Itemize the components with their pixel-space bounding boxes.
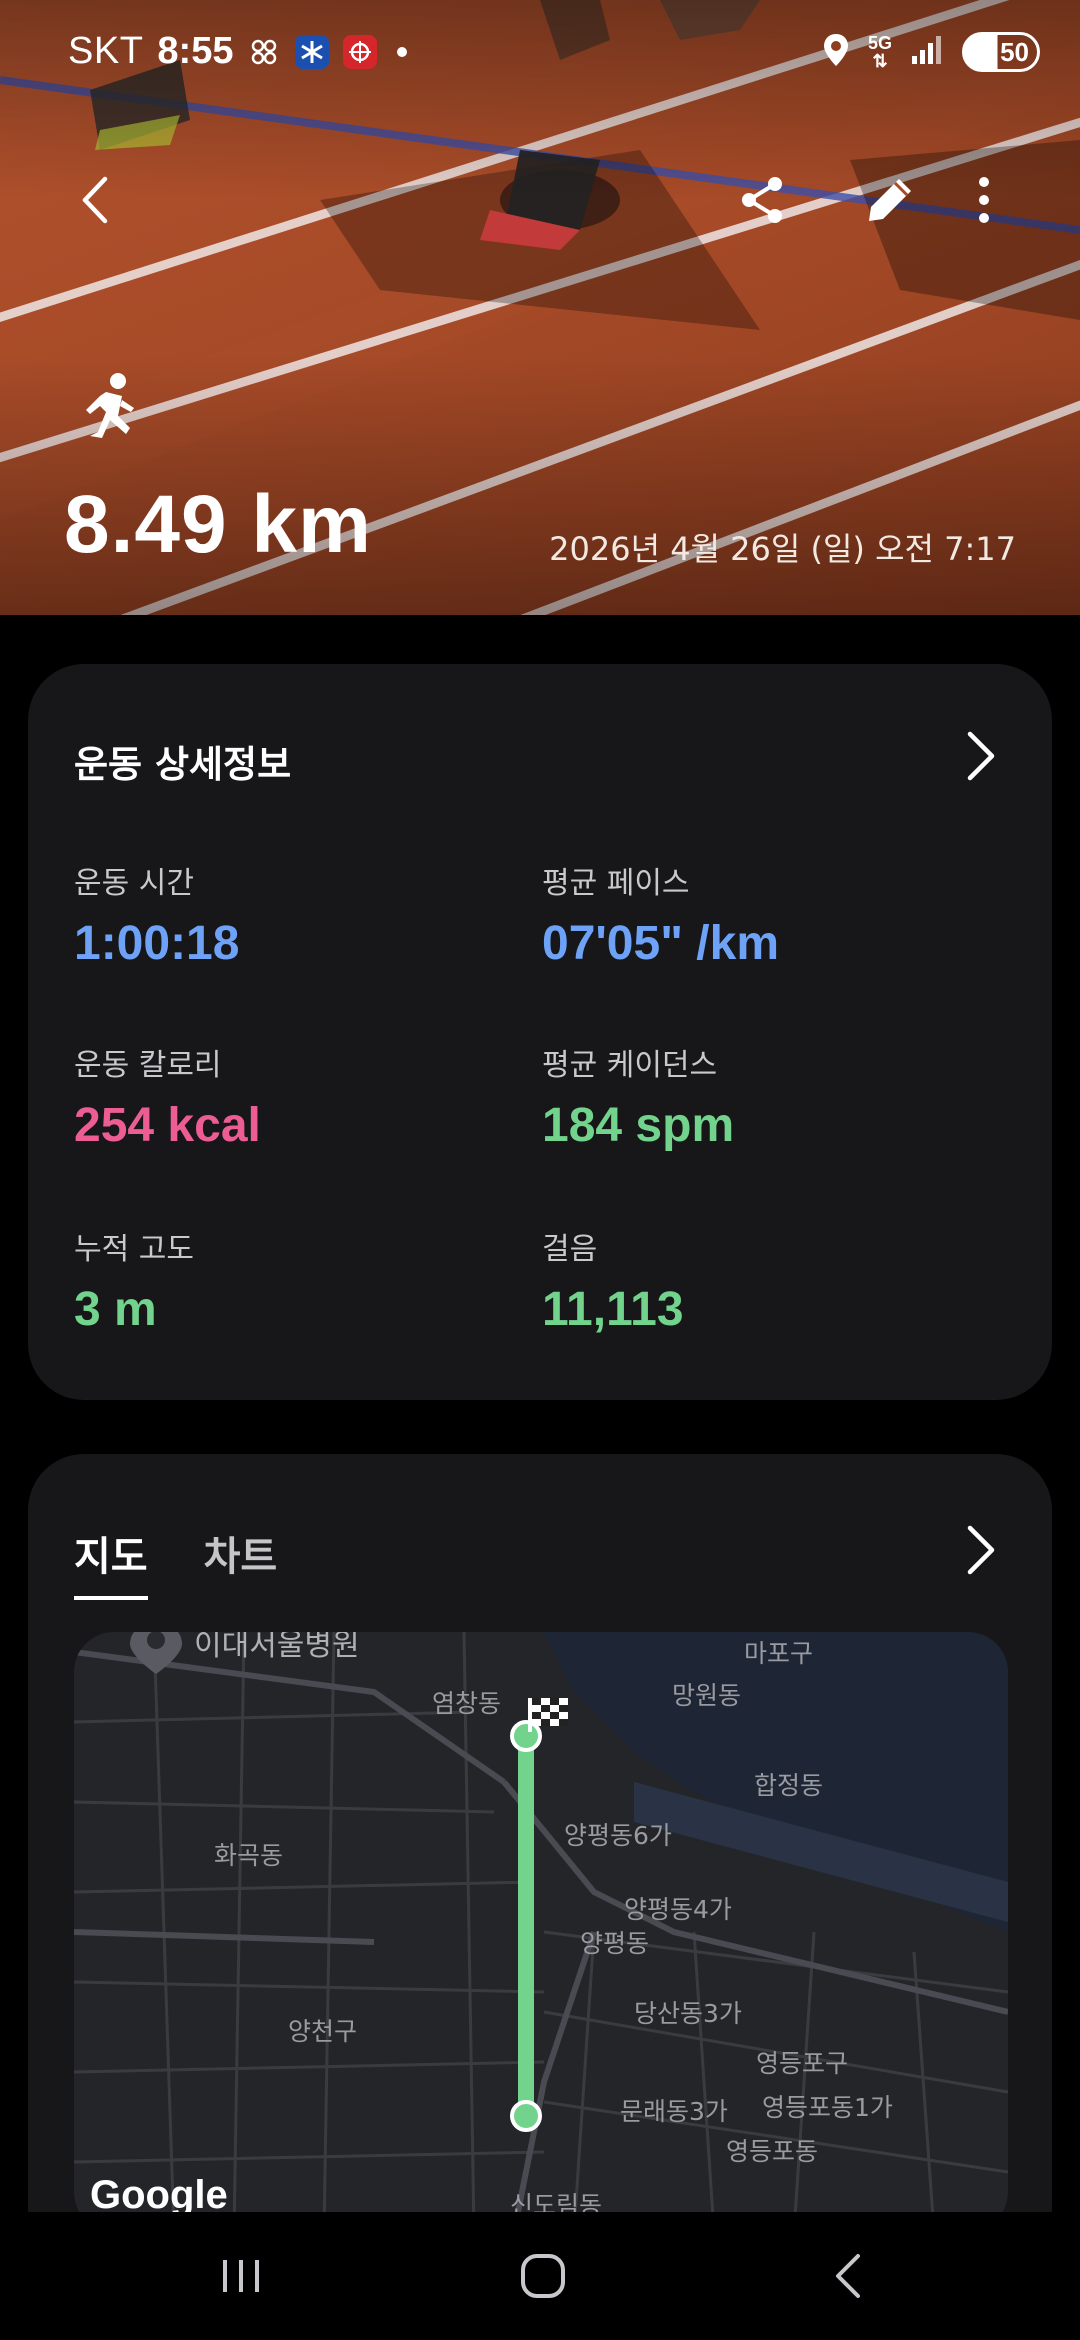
running-icon xyxy=(86,373,134,438)
network-5g-icon: 5G ⇅ xyxy=(867,33,892,71)
stat-value: 184 spm xyxy=(542,1099,735,1152)
map-label: 이대서울병원 xyxy=(194,1632,360,1663)
back-button[interactable] xyxy=(62,168,126,232)
stat-calories: 운동 칼로리 254 kcal xyxy=(74,1040,534,1153)
stat-duration: 운동 시간 1:00:18 xyxy=(74,858,534,971)
map-label: 양평동6가 xyxy=(564,1821,672,1850)
tab-chart[interactable]: 차트 xyxy=(204,1524,278,1600)
stat-elevation-gain: 누적 고도 3 m xyxy=(74,1224,534,1337)
map-label: 마포구 xyxy=(744,1639,814,1668)
status-bar: SKT 8:55 5G ⇅ 50 xyxy=(0,0,1080,110)
map-label: 양평동 xyxy=(580,1929,650,1958)
battery-level: 50 xyxy=(1000,36,1029,67)
asterisk-app-icon xyxy=(295,34,330,69)
home-icon xyxy=(521,2254,565,2298)
stat-avg-cadence: 평균 케이던스 184 spm xyxy=(542,1040,1002,1153)
back-arrow-icon xyxy=(82,176,108,224)
share-button[interactable] xyxy=(730,168,794,232)
more-notifications-dot xyxy=(397,46,408,57)
stat-label: 누적 고도 xyxy=(74,1232,194,1267)
workout-datetime: 2026년 4월 26일 (일) 오전 7:17 xyxy=(549,530,1016,568)
battery-indicator: 50 xyxy=(962,32,1040,72)
top-app-bar xyxy=(0,150,1080,250)
details-chevron-button[interactable] xyxy=(960,728,1000,784)
route-map[interactable]: 이대서울병원 마포구 망원동 염창동 합정동 화곡동 양평동6가 양평동4가 양… xyxy=(74,1632,1008,2232)
map-chart-card: 지도 차트 이대서울병원 마포구 망원동 염창동 합정동 화곡동 양평동6가 양… xyxy=(28,1454,1052,2340)
hero-banner: SKT 8:55 5G ⇅ 50 8.49 km 2026년 4월 26일 (일… xyxy=(0,0,1080,615)
map-label: 문래동3가 xyxy=(620,2097,728,2126)
stat-value: 07'05" /km xyxy=(542,917,779,970)
target-app-icon xyxy=(343,34,378,69)
system-back-button[interactable] xyxy=(812,2246,882,2306)
stat-value: 254 kcal xyxy=(74,1099,261,1152)
tab-map[interactable]: 지도 xyxy=(74,1524,148,1600)
pencil-icon xyxy=(869,179,911,221)
map-label: 화곡동 xyxy=(214,1841,284,1870)
status-time: 8:55 xyxy=(157,30,234,72)
stat-steps: 걸음 11,113 xyxy=(542,1224,1002,1337)
edit-button[interactable] xyxy=(858,168,922,232)
map-label: 양천구 xyxy=(288,2017,358,2046)
stat-label: 걸음 xyxy=(542,1232,598,1267)
stat-value: 11,113 xyxy=(542,1283,684,1336)
recent-apps-icon xyxy=(223,2260,259,2292)
app-notification-icon xyxy=(247,35,281,69)
details-title: 운동 상세정보 xyxy=(74,743,292,786)
stat-avg-pace: 평균 페이스 07'05" /km xyxy=(542,858,1002,971)
map-chart-tabs: 지도 차트 xyxy=(74,1524,277,1600)
map-label: 영등포구 xyxy=(756,2049,849,2078)
stat-value: 1:00:18 xyxy=(74,917,240,970)
stat-value: 3 m xyxy=(74,1283,157,1336)
map-label: 양평동4가 xyxy=(624,1895,732,1924)
map-label: 망원동 xyxy=(672,1681,742,1710)
more-vertical-icon xyxy=(979,177,989,223)
map-label: 염창동 xyxy=(432,1689,502,1718)
map-roads xyxy=(74,1632,1008,2232)
map-label: 당산동3가 xyxy=(634,1999,742,2028)
route-end-marker xyxy=(510,1720,542,1752)
distance-value: 8.49 km xyxy=(64,479,372,570)
network-label: 5G xyxy=(867,33,892,53)
map-label: 합정동 xyxy=(754,1771,824,1800)
stat-label: 평균 페이스 xyxy=(542,866,690,901)
workout-details-card: 운동 상세정보 운동 시간 1:00:18 평균 페이스 07'05" /km … xyxy=(28,664,1052,1400)
more-options-button[interactable] xyxy=(952,168,1016,232)
map-label: 영등포동 xyxy=(726,2137,819,2166)
recent-apps-button[interactable] xyxy=(206,2246,276,2306)
signal-icon xyxy=(910,34,944,70)
share-icon xyxy=(742,177,782,223)
home-button[interactable] xyxy=(508,2246,578,2306)
carrier-label: SKT xyxy=(68,30,144,72)
system-navigation-bar xyxy=(0,2212,1080,2340)
map-chevron-button[interactable] xyxy=(960,1522,1000,1578)
map-label: 영등포동1가 xyxy=(762,2093,893,2122)
route-start-marker xyxy=(510,2100,542,2132)
stat-label: 운동 칼로리 xyxy=(74,1048,222,1083)
back-icon xyxy=(836,2254,860,2298)
stat-label: 평균 케이던스 xyxy=(542,1048,718,1083)
location-icon xyxy=(822,32,850,72)
stat-label: 운동 시간 xyxy=(74,866,194,901)
